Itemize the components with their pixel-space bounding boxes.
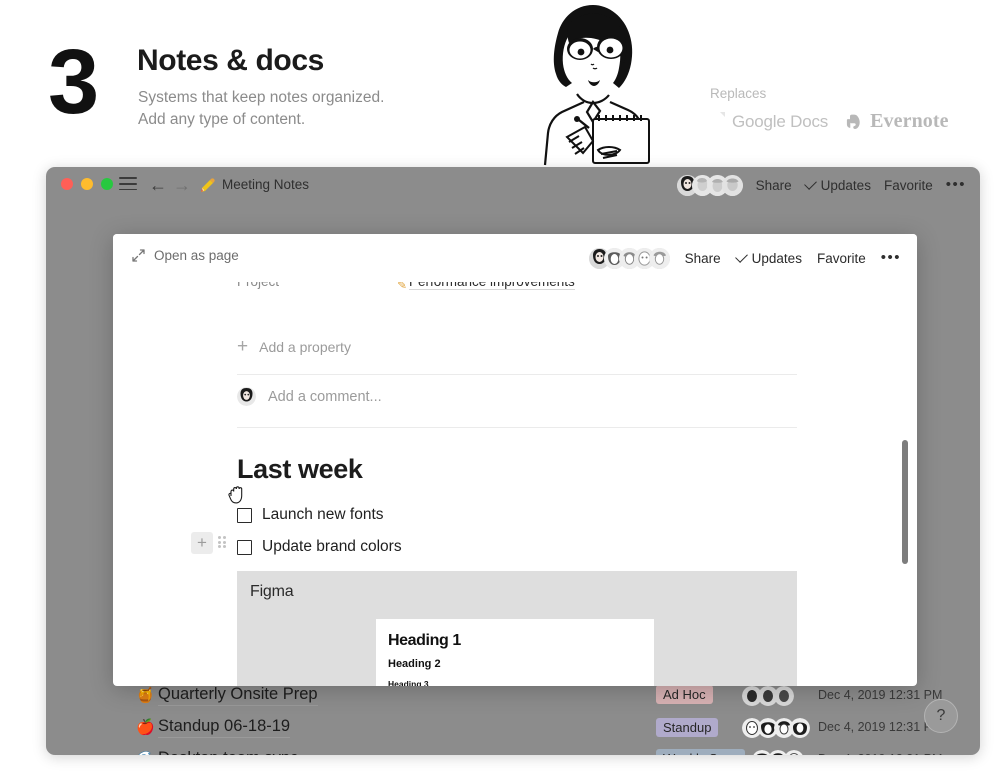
row-avatars xyxy=(742,686,794,706)
avatar xyxy=(774,686,794,706)
evernote-elephant-icon xyxy=(846,113,863,131)
avatar xyxy=(648,247,670,269)
row-title: Desktop team sync xyxy=(158,749,298,756)
window-minimize-button[interactable] xyxy=(81,178,93,190)
window-title: Meeting Notes xyxy=(222,177,310,192)
replaces-label: Replaces xyxy=(710,86,767,101)
screenshot-root: 3 Notes & docs Systems that keep notes o… xyxy=(0,0,997,771)
section-heading: Last week xyxy=(237,454,363,484)
status-badge[interactable]: Ad Hoc xyxy=(656,685,713,704)
preview-heading-1: Heading 1 xyxy=(388,632,461,649)
divider xyxy=(237,374,797,375)
replaces-item-evernote: Evernote xyxy=(846,110,949,133)
row-emoji: 🌊 xyxy=(136,750,158,755)
open-as-page-button[interactable]: Open as page xyxy=(132,248,239,263)
row-date: Dec 4, 2019 12:31 PM xyxy=(818,688,943,702)
row-date: Dec 4, 2019 12:31 PM xyxy=(818,752,942,755)
titlebar-actions: Share Updates Favorite ••• xyxy=(676,167,966,203)
status-badge[interactable]: Weekly Sync xyxy=(656,749,745,755)
updates-label: Updates xyxy=(751,250,802,266)
todo-label: Launch new fonts xyxy=(262,506,384,523)
checkbox[interactable] xyxy=(237,539,252,555)
todo-label: Update brand colors xyxy=(262,538,402,555)
google-docs-label: Google Docs xyxy=(732,111,829,131)
modal-header: Open as page Share Updates Favorite ••• xyxy=(113,234,917,282)
modal-header-actions: Share Updates Favorite ••• xyxy=(588,234,901,282)
updates-button[interactable]: Updates xyxy=(803,177,871,193)
todo-item[interactable]: Update brand colors xyxy=(237,538,402,556)
app-window: ← → Meeting Notes Share Updates Favorite… xyxy=(46,167,980,755)
subtitle-line-2: Add any type of content. xyxy=(138,111,306,128)
section-number: 3 xyxy=(48,31,99,133)
figma-embed-block[interactable]: Figma Heading 1 Heading 2 Heading 3 Lore… xyxy=(237,571,797,686)
updates-button[interactable]: Updates xyxy=(734,250,802,266)
share-button[interactable]: Share xyxy=(756,178,792,193)
figma-embed-title: Figma xyxy=(250,583,294,600)
block-controls: + xyxy=(191,532,227,554)
more-options-icon[interactable]: ••• xyxy=(881,250,901,265)
add-comment-row[interactable]: Add a comment... xyxy=(237,387,382,406)
grab-hand-cursor xyxy=(228,483,248,505)
window-zoom-button[interactable] xyxy=(101,178,113,190)
replaces-item-google-docs: Google Docs xyxy=(710,112,828,132)
drag-handle-icon[interactable] xyxy=(218,536,227,550)
page-subtitle: Systems that keep notes organized. Add a… xyxy=(138,87,384,131)
plus-icon: + xyxy=(237,336,249,357)
row-date: Dec 4, 2019 12:31 PM xyxy=(818,720,943,734)
evernote-label: Evernote xyxy=(870,110,949,132)
row-title: Standup 06-18-19 xyxy=(158,717,291,738)
row-emoji: 🍯 xyxy=(136,687,155,704)
divider xyxy=(237,427,797,428)
add-block-button[interactable]: + xyxy=(191,532,213,554)
avatar xyxy=(790,718,810,738)
row-title: Quarterly Onsite Prep xyxy=(158,685,318,706)
arrow-left-icon[interactable]: ← xyxy=(149,175,167,195)
add-property-button[interactable]: + Add a property xyxy=(237,336,351,357)
hero-section: 3 Notes & docs Systems that keep notes o… xyxy=(0,0,997,167)
favorite-button[interactable]: Favorite xyxy=(817,251,866,266)
more-options-icon[interactable]: ••• xyxy=(946,177,966,192)
peek-modal: Open as page Share Updates Favorite ••• … xyxy=(113,234,917,686)
checkbox[interactable] xyxy=(237,507,252,523)
help-button[interactable]: ? xyxy=(924,699,958,733)
expand-diagonal-icon xyxy=(132,249,145,262)
avatar xyxy=(721,174,743,196)
pencil-emoji-icon xyxy=(199,178,215,194)
avatar xyxy=(784,750,804,755)
row-avatars xyxy=(742,718,810,738)
collaborator-avatars[interactable] xyxy=(676,174,743,196)
add-comment-placeholder: Add a comment... xyxy=(268,388,382,405)
share-button[interactable]: Share xyxy=(685,251,721,266)
window-close-button[interactable] xyxy=(61,178,73,190)
preview-heading-3: Heading 3 xyxy=(388,679,429,686)
google-docs-icon xyxy=(710,112,725,131)
add-property-label: Add a property xyxy=(259,339,351,355)
collaborator-avatars[interactable] xyxy=(588,247,670,269)
avatar xyxy=(237,387,256,406)
updates-label: Updates xyxy=(820,177,871,193)
figma-embed-preview: Heading 1 Heading 2 Heading 3 Lorem ipsu… xyxy=(376,619,654,686)
check-icon xyxy=(734,250,748,263)
arrow-right-icon[interactable]: → xyxy=(173,175,191,195)
status-badge[interactable]: Standup xyxy=(656,718,719,737)
modal-scrollbar[interactable] xyxy=(902,440,908,564)
woman-writing-notepad-illustration xyxy=(505,2,685,167)
favorite-button[interactable]: Favorite xyxy=(884,178,933,193)
preview-heading-2: Heading 2 xyxy=(388,658,441,670)
page-title: Notes & docs xyxy=(137,44,324,77)
subtitle-line-1: Systems that keep notes organized. xyxy=(138,89,385,106)
hamburger-menu-icon[interactable] xyxy=(119,177,137,191)
row-avatars xyxy=(753,750,804,755)
row-emoji: 🍎 xyxy=(136,719,155,736)
window-titlebar: ← → Meeting Notes Share Updates Favorite… xyxy=(46,167,980,203)
check-icon xyxy=(803,177,817,190)
todo-item[interactable]: Launch new fonts xyxy=(237,506,384,524)
replaces-list: Google Docs Evernote xyxy=(710,110,949,133)
modal-content: ✎ Project ✎ Performance improvements + A… xyxy=(113,274,917,686)
open-as-page-label: Open as page xyxy=(154,248,239,263)
